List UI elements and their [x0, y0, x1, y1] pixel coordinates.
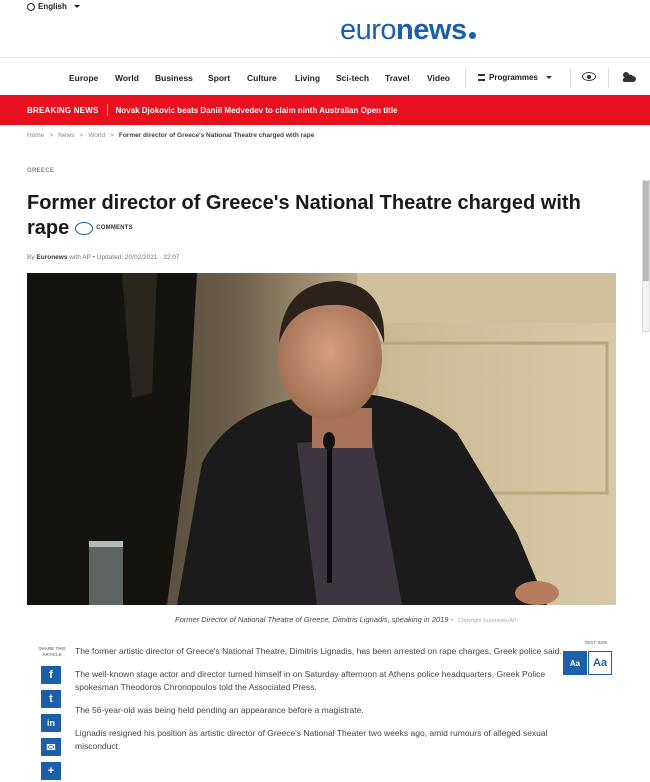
text-size-small-button[interactable]: Aa: [563, 651, 587, 675]
linkedin-share-button[interactable]: in: [41, 714, 61, 732]
more-share-button[interactable]: +: [41, 762, 61, 780]
nav-item-living[interactable]: Living: [295, 73, 320, 83]
plus-icon: +: [47, 765, 55, 777]
breadcrumb-news[interactable]: News: [58, 132, 74, 139]
updated-time: Updated: 20/02/2021 - 22:07: [96, 254, 180, 261]
language-selector[interactable]: English: [27, 2, 80, 11]
email-icon: ✉: [46, 741, 56, 754]
nav-divider: [465, 68, 466, 88]
byline-with: with AP: [69, 254, 91, 261]
logo-part-news: news: [396, 14, 467, 46]
nav-divider: [570, 68, 571, 88]
photo-caption: Former Director of National Theatre of G…: [175, 615, 517, 624]
byline-separator: •: [92, 254, 95, 261]
facebook-share-button[interactable]: f: [41, 666, 61, 684]
breadcrumb-current: Former director of Greece's National The…: [118, 132, 315, 139]
logo-dot: [468, 32, 476, 39]
nav-divider: [608, 68, 609, 88]
comments-label: COMMENTS: [96, 225, 133, 232]
nav-item-business[interactable]: Business: [155, 73, 193, 83]
logo-part-euro: euro: [340, 14, 397, 46]
breaking-label: BREAKING NEWS: [27, 105, 99, 115]
side-ad[interactable]: [642, 180, 650, 332]
breadcrumb-separator: >: [49, 132, 54, 139]
nav-item-scitech[interactable]: Sci-tech: [336, 73, 369, 83]
share-label: SHARE THIS ARTICLE: [38, 646, 66, 657]
article-body: The former artistic director of Greece's…: [75, 645, 565, 763]
caption-text: Former Director of National Theatre of G…: [175, 615, 449, 624]
chevron-down-icon: [545, 76, 552, 79]
twitter-share-button[interactable]: t: [41, 690, 61, 708]
comments-link[interactable]: COMMENTS: [75, 216, 133, 241]
article-paragraph: The former artistic director of Greece's…: [75, 646, 562, 656]
breadcrumb-home[interactable]: Home: [27, 132, 44, 139]
top-bar: English euro news: [0, 0, 650, 58]
comment-icon: [75, 222, 94, 236]
programmes-label: Programmes: [489, 73, 538, 82]
text-size-label: TEXT SIZE: [584, 640, 608, 645]
eye-icon[interactable]: [582, 72, 596, 81]
article-title: Former director of Greece's National The…: [27, 191, 622, 241]
breaking-news-bar[interactable]: BREAKING NEWS Novak Djokovic beats Danii…: [0, 95, 650, 125]
breaking-divider: [106, 104, 108, 116]
article-paragraph: The 56-year-old was being held pending a…: [75, 705, 364, 715]
nav-item-world[interactable]: World: [115, 73, 139, 83]
chevron-down-icon: [73, 5, 80, 8]
breadcrumb-world[interactable]: World: [88, 132, 105, 139]
linkedin-icon: in: [47, 718, 55, 728]
hero-photo: [27, 273, 616, 605]
nav-item-europe[interactable]: Europe: [69, 73, 98, 83]
globe-icon: [27, 2, 35, 11]
section-tag[interactable]: GREECE: [27, 168, 54, 174]
byline: By Euronews with AP • Updated: 20/02/202…: [27, 254, 180, 261]
euronews-logo[interactable]: euro news: [340, 14, 476, 47]
programmes-menu[interactable]: Programmes: [478, 73, 552, 82]
nav-item-travel[interactable]: Travel: [385, 73, 410, 83]
author-link[interactable]: Euronews: [36, 254, 67, 261]
twitter-icon: t: [49, 693, 53, 705]
article-paragraph: The well-known stage actor and director …: [75, 669, 546, 692]
facebook-icon: f: [49, 669, 53, 681]
article-paragraph: Lignadis resigned his position as artist…: [75, 728, 548, 751]
breaking-headline[interactable]: Novak Djokovic beats Daniil Medvedev to …: [116, 106, 398, 115]
language-label: English: [38, 2, 67, 11]
text-size-large-button[interactable]: Aa: [588, 651, 612, 675]
breadcrumb: Home > News > World > Former director of…: [27, 132, 314, 139]
byline-prefix: By: [27, 254, 35, 261]
caption-credit: Copyright Euronews/AP: [458, 618, 517, 624]
main-nav: Europe World Business Sport Culture Livi…: [0, 63, 650, 93]
weather-icon[interactable]: [620, 70, 636, 83]
breadcrumb-separator: >: [110, 132, 114, 139]
menu-icon: [478, 74, 485, 81]
ad-image: [643, 181, 649, 281]
nav-item-video[interactable]: Video: [427, 73, 450, 83]
email-share-button[interactable]: ✉: [41, 738, 61, 756]
nav-item-culture[interactable]: Culture: [247, 73, 277, 83]
nav-item-sport[interactable]: Sport: [208, 73, 230, 83]
caption-separator: -: [450, 615, 454, 624]
breadcrumb-separator: >: [79, 132, 84, 139]
